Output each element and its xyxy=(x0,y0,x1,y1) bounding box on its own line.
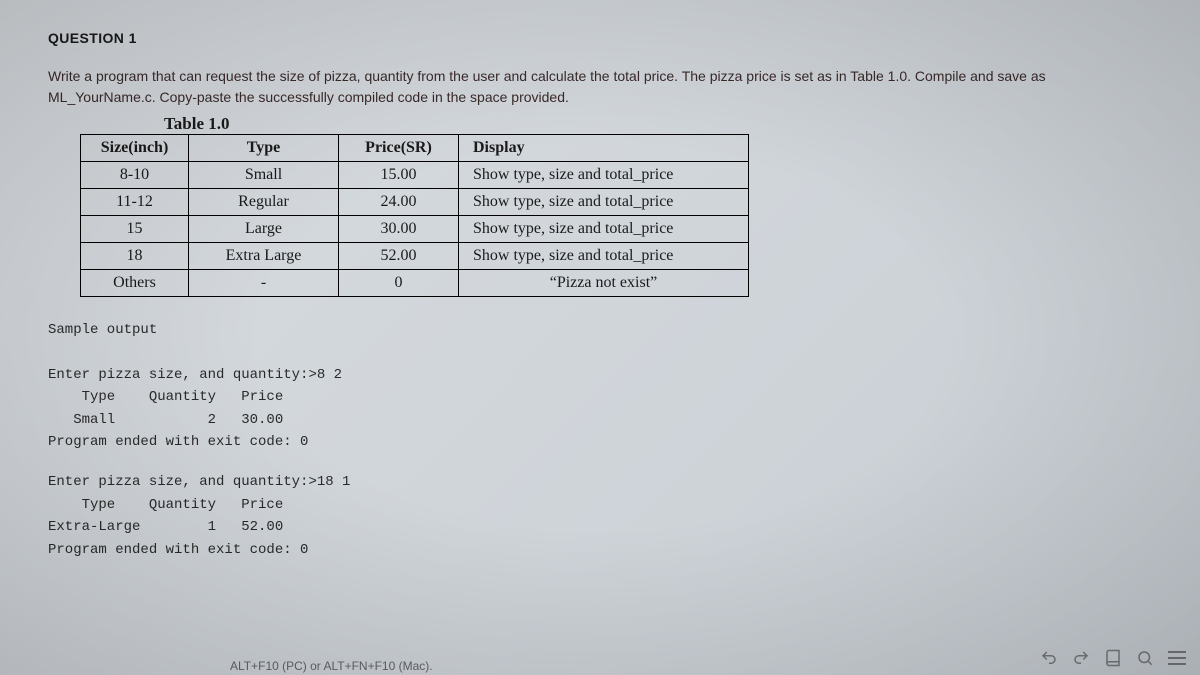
cell-display: Show type, size and total_price xyxy=(459,162,749,189)
cell-display: “Pizza not exist” xyxy=(459,270,749,297)
table-row: 8-10 Small 15.00 Show type, size and tot… xyxy=(81,162,749,189)
cell-size: 18 xyxy=(81,243,189,270)
cell-type: Small xyxy=(189,162,339,189)
sample-run: Enter pizza size, and quantity:>8 2 Type… xyxy=(48,364,1152,454)
cell-price: 30.00 xyxy=(339,216,459,243)
sample-row: Small 2 30.00 xyxy=(48,409,1152,431)
sample-header: Type Quantity Price xyxy=(48,386,1152,408)
table-row: Others - 0 “Pizza not exist” xyxy=(81,270,749,297)
menu-icon[interactable] xyxy=(1168,651,1186,665)
cell-display: Show type, size and total_price xyxy=(459,243,749,270)
search-icon[interactable] xyxy=(1136,649,1154,667)
undo-icon[interactable] xyxy=(1040,649,1058,667)
sample-output-label: Sample output xyxy=(48,319,1152,341)
cell-display: Show type, size and total_price xyxy=(459,189,749,216)
cell-price: 15.00 xyxy=(339,162,459,189)
cell-type: Extra Large xyxy=(189,243,339,270)
table-row: 11-12 Regular 24.00 Show type, size and … xyxy=(81,189,749,216)
th-display: Display xyxy=(459,135,749,162)
sample-header: Type Quantity Price xyxy=(48,494,1152,516)
cell-type: - xyxy=(189,270,339,297)
sample-row: Extra-Large 1 52.00 xyxy=(48,516,1152,538)
cell-size: 15 xyxy=(81,216,189,243)
th-size: Size(inch) xyxy=(81,135,189,162)
cell-type: Regular xyxy=(189,189,339,216)
cell-price: 0 xyxy=(339,270,459,297)
instruction-text: Write a program that can request the siz… xyxy=(48,66,1152,108)
cell-display: Show type, size and total_price xyxy=(459,216,749,243)
th-price: Price(SR) xyxy=(339,135,459,162)
sample-exit: Program ended with exit code: 0 xyxy=(48,431,1152,453)
cell-size: 8-10 xyxy=(81,162,189,189)
cell-size: 11-12 xyxy=(81,189,189,216)
table-row: 15 Large 30.00 Show type, size and total… xyxy=(81,216,749,243)
question-title: QUESTION 1 xyxy=(48,30,1152,46)
keyboard-hint: ALT+F10 (PC) or ALT+FN+F10 (Mac). xyxy=(230,659,433,673)
sample-exit: Program ended with exit code: 0 xyxy=(48,539,1152,561)
cell-price: 52.00 xyxy=(339,243,459,270)
cell-type: Large xyxy=(189,216,339,243)
pizza-table: Size(inch) Type Price(SR) Display 8-10 S… xyxy=(80,134,749,297)
table-row: 18 Extra Large 52.00 Show type, size and… xyxy=(81,243,749,270)
sample-prompt: Enter pizza size, and quantity:>18 1 xyxy=(48,471,1152,493)
table-caption: Table 1.0 xyxy=(164,114,1152,134)
cell-size: Others xyxy=(81,270,189,297)
th-type: Type xyxy=(189,135,339,162)
redo-icon[interactable] xyxy=(1072,649,1090,667)
sample-prompt: Enter pizza size, and quantity:>8 2 xyxy=(48,364,1152,386)
sample-run: Enter pizza size, and quantity:>18 1 Typ… xyxy=(48,471,1152,561)
table-header-row: Size(inch) Type Price(SR) Display xyxy=(81,135,749,162)
cell-price: 24.00 xyxy=(339,189,459,216)
book-icon[interactable] xyxy=(1104,649,1122,667)
toolbar-icons xyxy=(1040,649,1186,667)
